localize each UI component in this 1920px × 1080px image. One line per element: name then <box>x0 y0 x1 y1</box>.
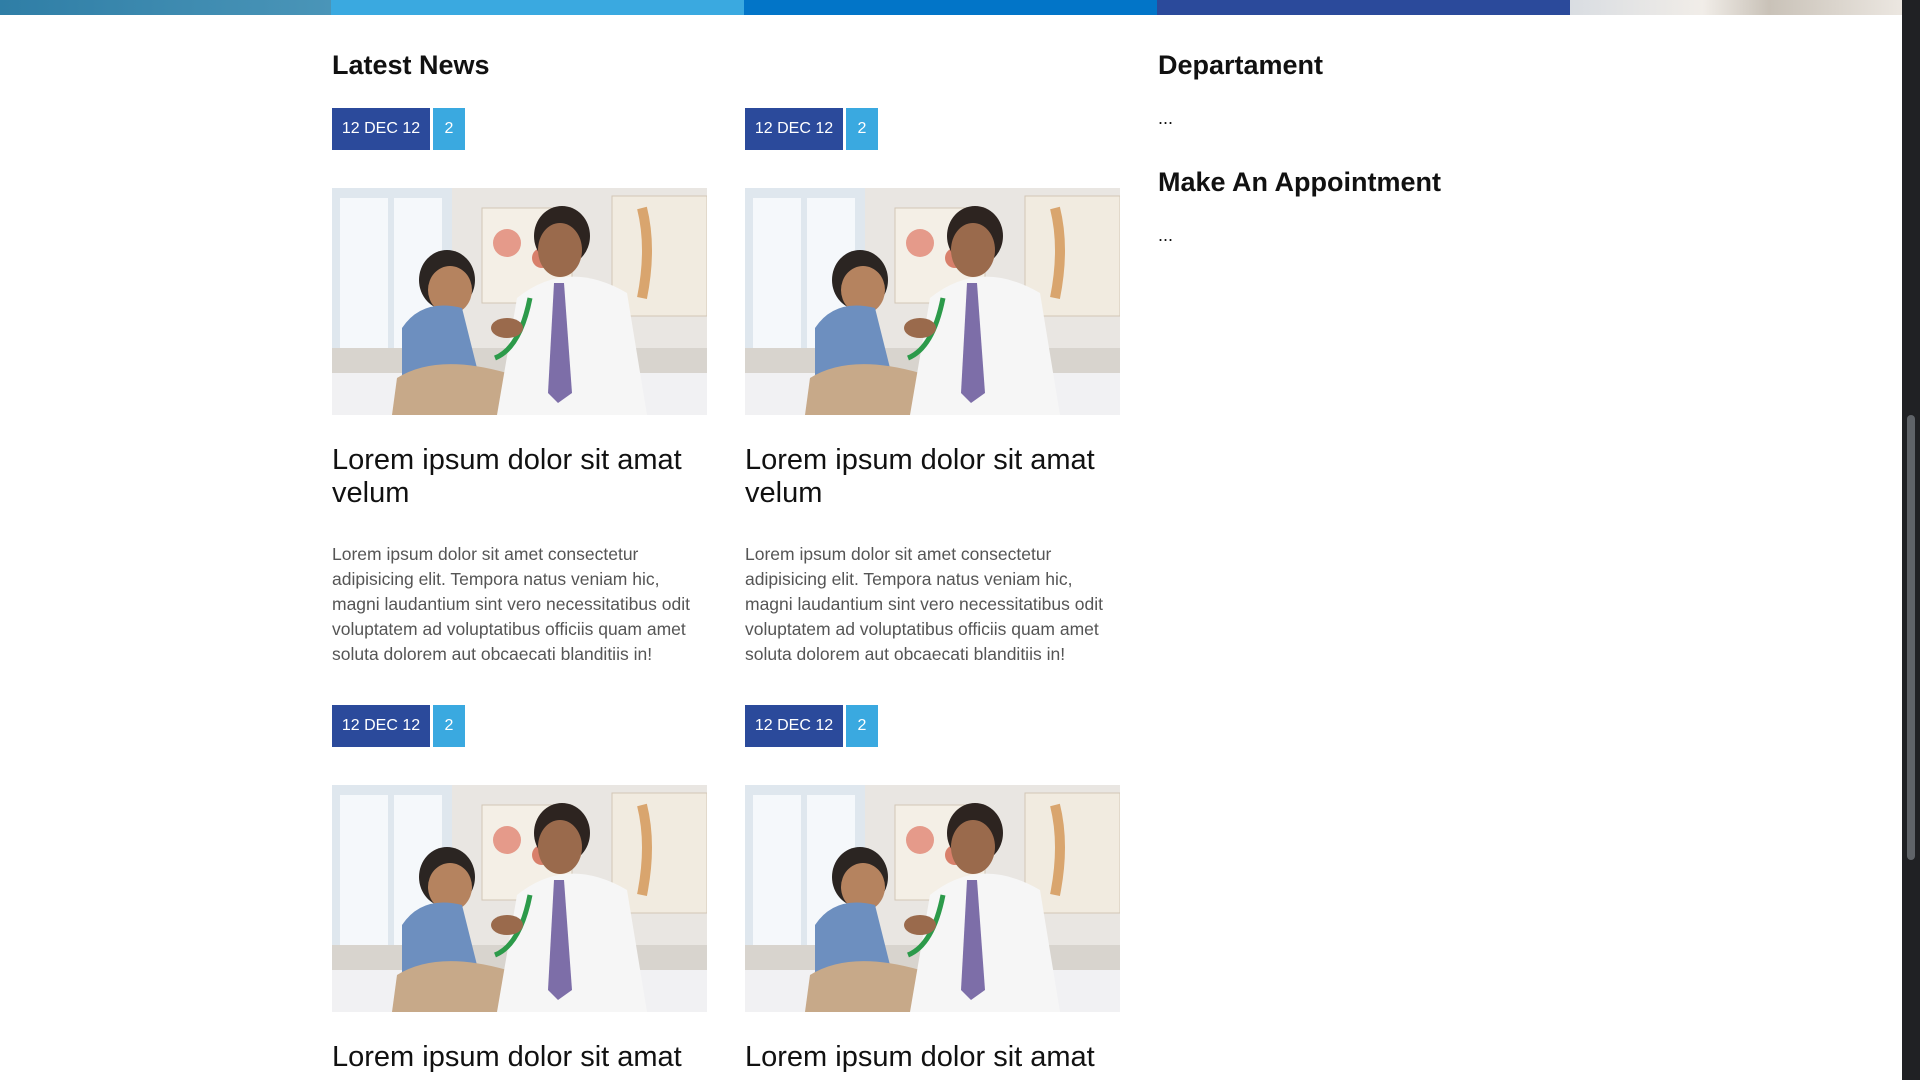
latest-news-heading: Latest News <box>332 50 490 80</box>
comment-count-badge[interactable]: 2 <box>433 705 465 747</box>
comment-count-badge[interactable]: 2 <box>846 108 878 150</box>
comment-count-badge[interactable]: 2 <box>846 705 878 747</box>
strip-banner-image <box>1570 0 1902 15</box>
vertical-scrollbar[interactable] <box>1902 0 1920 1080</box>
news-meta: 12 DEC 12 2 <box>332 705 465 747</box>
strip-segment <box>0 0 331 15</box>
news-image[interactable] <box>332 785 707 1012</box>
date-badge[interactable]: 12 DEC 12 <box>745 705 843 747</box>
news-image[interactable] <box>745 188 1120 415</box>
department-content: ... <box>1158 108 1174 128</box>
news-image[interactable] <box>745 785 1120 1012</box>
news-title[interactable]: Lorem ipsum dolor sit amat <box>745 1041 1120 1074</box>
date-badge[interactable]: 12 DEC 12 <box>332 108 430 150</box>
top-color-strip <box>0 0 1902 15</box>
strip-segment <box>331 0 744 15</box>
news-title[interactable]: Lorem ipsum dolor sit amat velum <box>745 444 1120 510</box>
news-meta: 12 DEC 12 2 <box>745 108 878 150</box>
news-excerpt: Lorem ipsum dolor sit amet consectetur a… <box>332 544 690 664</box>
news-meta: 12 DEC 12 2 <box>332 108 465 150</box>
strip-segment <box>744 0 1157 15</box>
appointment-content: ... <box>1158 225 1174 245</box>
news-title[interactable]: Lorem ipsum dolor sit amat <box>332 1041 707 1074</box>
news-excerpt: Lorem ipsum dolor sit amet consectetur a… <box>745 544 1103 664</box>
news-title[interactable]: Lorem ipsum dolor sit amat velum <box>332 444 707 510</box>
date-badge[interactable]: 12 DEC 12 <box>745 108 843 150</box>
news-meta: 12 DEC 12 2 <box>745 705 878 747</box>
strip-segment <box>1157 0 1570 15</box>
scrollbar-thumb[interactable] <box>1907 415 1915 860</box>
news-image[interactable] <box>332 188 707 415</box>
page: Latest News 12 DEC 12 2 Lorem ipsum dolo… <box>0 0 1920 1080</box>
appointment-heading: Make An Appointment <box>1158 167 1441 197</box>
date-badge[interactable]: 12 DEC 12 <box>332 705 430 747</box>
comment-count-badge[interactable]: 2 <box>433 108 465 150</box>
department-heading: Departament <box>1158 50 1324 80</box>
